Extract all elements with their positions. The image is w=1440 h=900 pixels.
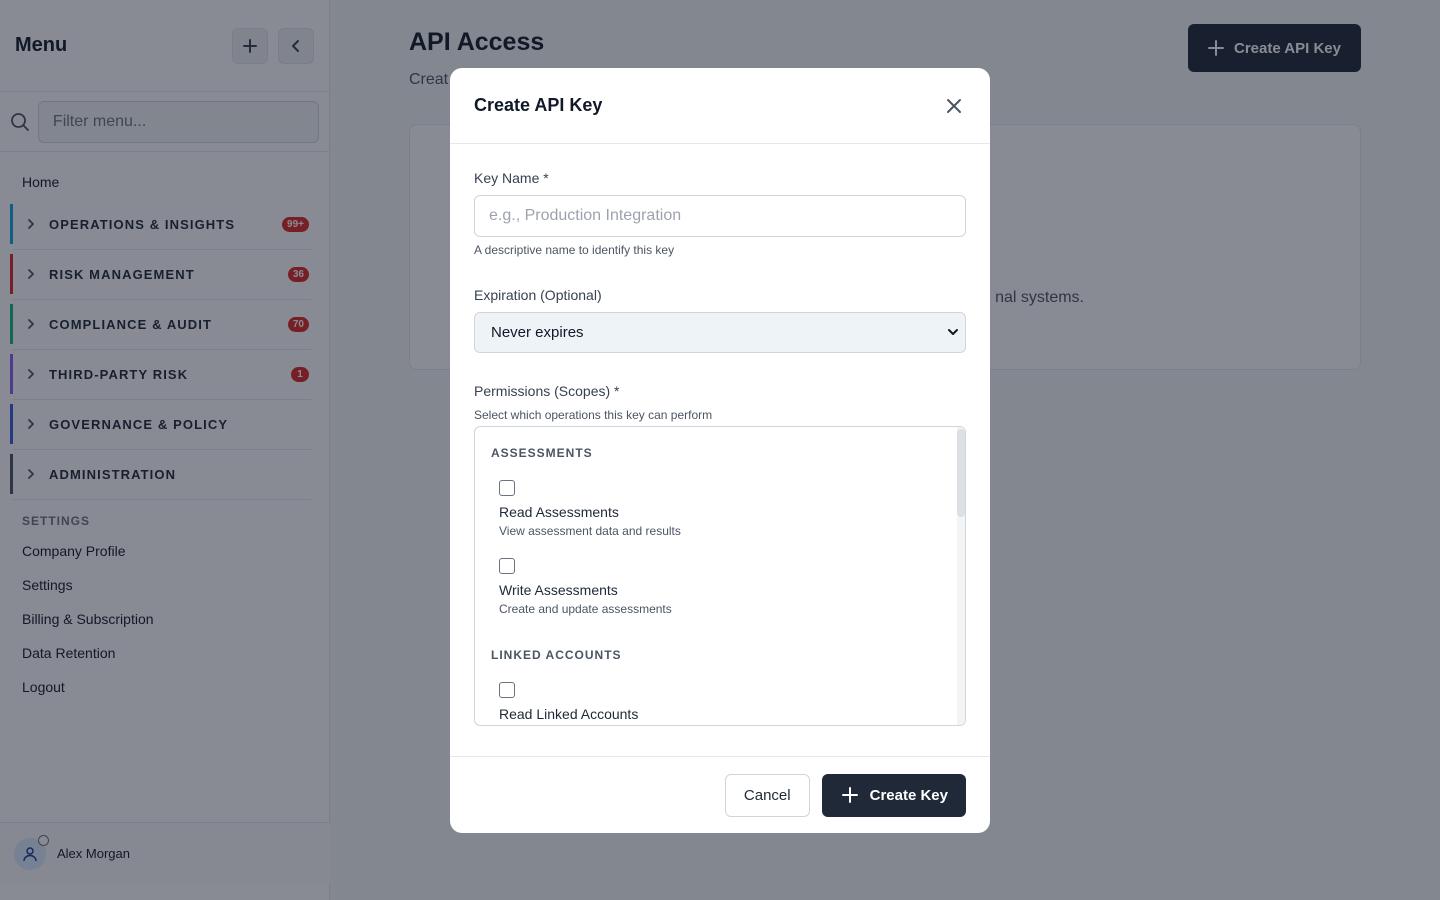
key-name-label: Key Name * (474, 170, 549, 186)
dialog-title: Create API Key (474, 95, 603, 115)
expiration-select[interactable]: Never expires (474, 312, 966, 353)
scope-description: Create and update assessments (499, 602, 672, 616)
key-name-help: A descriptive name to identify this key (474, 243, 675, 257)
scope-write-assessments: Write Assessments Create and update asse… (475, 538, 965, 616)
close-icon (947, 98, 961, 113)
scope-name: Read Assessments (499, 504, 619, 520)
write-assessments-checkbox[interactable] (499, 558, 515, 574)
create-key-label: Create Key (869, 786, 948, 804)
scope-category-linked-accounts: LINKED ACCOUNTS (491, 648, 622, 662)
scope-read-assessments: Read Assessments View assessment data an… (475, 460, 965, 538)
read-assessments-checkbox[interactable] (499, 480, 515, 496)
plus-icon (841, 787, 858, 803)
scopes-list[interactable]: ASSESSMENTS Read Assessments View assess… (474, 426, 966, 726)
create-api-key-dialog: Create API Key Key Name * A descriptive … (450, 68, 990, 833)
scope-category-assessments: ASSESSMENTS (491, 446, 593, 460)
dialog-footer: Cancel Create Key (450, 756, 990, 833)
scope-name: Write Assessments (499, 582, 618, 598)
close-button[interactable] (942, 94, 966, 118)
dialog-header: Create API Key (450, 68, 990, 144)
cancel-button[interactable]: Cancel (724, 773, 810, 817)
expiration-label: Expiration (Optional) (474, 287, 602, 303)
key-name-input[interactable] (474, 195, 966, 237)
expiration-selected-value: Never expires (491, 324, 584, 341)
read-linked-accounts-checkbox[interactable] (499, 682, 515, 698)
scrollbar-thumb[interactable] (957, 429, 965, 517)
permissions-help: Select which operations this key can per… (474, 408, 713, 422)
scrollbar-track[interactable] (957, 427, 965, 725)
chevron-down-icon (947, 326, 959, 338)
create-key-button[interactable]: Create Key (821, 773, 966, 817)
scope-description: View assessment data and results (499, 524, 681, 538)
scope-name: Read Linked Accounts (499, 706, 639, 722)
dialog-body: Key Name * A descriptive name to identif… (450, 144, 990, 726)
permissions-label: Permissions (Scopes) * (474, 383, 620, 399)
scope-read-linked-accounts: Read Linked Accounts (475, 662, 965, 722)
